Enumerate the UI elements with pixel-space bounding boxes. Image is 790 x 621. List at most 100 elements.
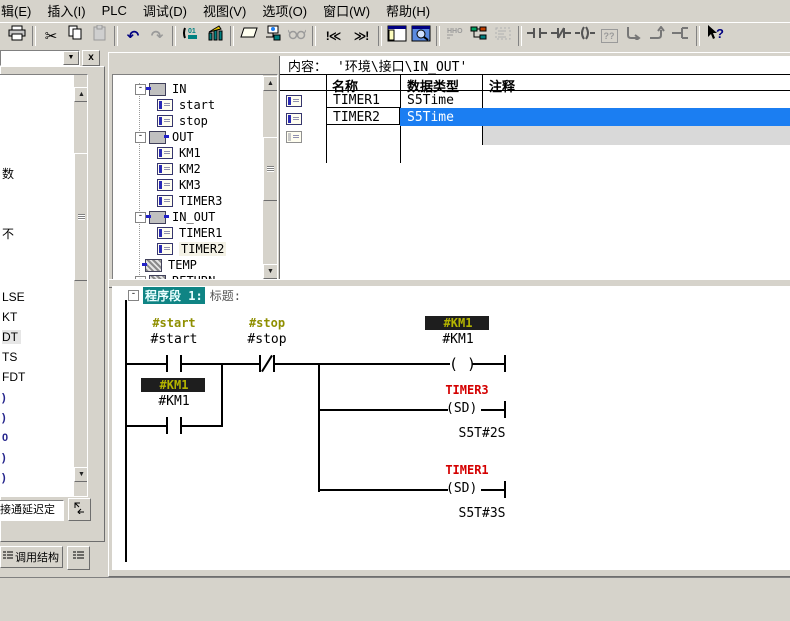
wire	[318, 489, 448, 491]
catalog-list[interactable]: 数 不 LSE KT DT TS FDT ) ) 0 ) ) ▲ ▼	[0, 74, 88, 497]
comment-cell-placeholder[interactable]	[483, 126, 790, 145]
catalog-item-fragment[interactable]: )	[2, 392, 6, 404]
catalog-item-fragment[interactable]: 0	[2, 432, 8, 444]
row-icon	[286, 95, 308, 107]
download-button[interactable]: 01	[179, 25, 203, 47]
next-error-button[interactable]: ≫!	[347, 25, 375, 47]
catalog-item[interactable]: KT	[2, 310, 17, 324]
insert-coil-button[interactable]	[573, 25, 597, 47]
variable-icon	[157, 195, 173, 207]
network-title[interactable]: 标题:	[210, 287, 241, 304]
cut-button[interactable]: ✂	[39, 25, 63, 47]
ladder-network-pane[interactable]: - 程序段 1: 标题: #start #start #stop #stop	[112, 286, 790, 570]
menu-edit[interactable]: 辑(E)	[0, 0, 39, 24]
context-help-button[interactable]: ?	[703, 25, 727, 47]
copy-icon	[67, 25, 83, 46]
catalog-item-selected[interactable]: DT	[2, 330, 21, 344]
call-structure-button[interactable]	[491, 25, 515, 47]
panel-close-button[interactable]: x	[82, 50, 100, 66]
collapse-box-icon[interactable]: -	[135, 84, 146, 95]
print-button[interactable]	[5, 25, 29, 47]
combobox-dropdown-button[interactable]: ▼	[63, 51, 79, 65]
arrow-down-icon: ▼	[78, 471, 85, 478]
open-branch-button[interactable]	[621, 25, 645, 47]
column-header-comment[interactable]: 注释	[489, 76, 515, 95]
tree-section-temp[interactable]: TEMP	[145, 257, 197, 273]
prev-error-button[interactable]: !≪	[319, 25, 347, 47]
menu-insert[interactable]: 插入(I)	[39, 0, 93, 24]
tree-label: TIMER2	[179, 242, 226, 256]
catalog-item[interactable]: LSE	[2, 290, 25, 304]
program-elements-button[interactable]	[467, 25, 491, 47]
menu-view[interactable]: 视图(V)	[195, 0, 254, 24]
menu-options[interactable]: 选项(O)	[254, 0, 315, 24]
tree-item-km1[interactable]: KM1	[157, 145, 201, 161]
collapse-box-icon[interactable]: -	[135, 212, 146, 223]
interface-tree-pane[interactable]: -IN start stop -OUT KM1 KM2 KM3 TIMER3 -…	[112, 74, 278, 281]
cell-name[interactable]: TIMER1	[333, 93, 380, 108]
toggle-detail-view-button[interactable]	[409, 25, 433, 47]
detail-list-button[interactable]	[67, 546, 90, 570]
magnifier-window-icon	[411, 25, 431, 47]
network-collapse-icon[interactable]: -	[128, 290, 139, 301]
catalog-item[interactable]: 数	[2, 165, 14, 182]
toggle-overview-button[interactable]	[385, 25, 409, 47]
network-number[interactable]: 程序段 1:	[143, 287, 205, 304]
catalog-item[interactable]: FDT	[2, 370, 25, 384]
scroll-down-button[interactable]: ▼	[74, 467, 88, 482]
undo-button[interactable]: ↶	[121, 25, 145, 47]
toolbar-separator	[518, 26, 522, 46]
tree-item-km2[interactable]: KM2	[157, 161, 201, 177]
catalog-item-fragment[interactable]: )	[2, 452, 6, 464]
menu-bar: 辑(E) 插入(I) PLC 调试(D) 视图(V) 选项(O) 窗口(W) 帮…	[0, 0, 790, 22]
variable-icon	[157, 99, 173, 111]
catalog-item-fragment[interactable]: )	[2, 412, 6, 424]
connection-button[interactable]	[261, 25, 285, 47]
menu-plc[interactable]: PLC	[94, 0, 135, 22]
menu-help[interactable]: 帮助(H)	[378, 0, 438, 24]
comment-toggle-button[interactable]	[237, 25, 261, 47]
close-branch-button[interactable]	[645, 25, 669, 47]
tree-item-km3[interactable]: KM3	[157, 177, 201, 193]
program-status-button[interactable]	[203, 25, 227, 47]
cell-datatype[interactable]: S5Time	[407, 110, 454, 125]
cell-name[interactable]: TIMER2	[333, 110, 380, 125]
insert-empty-box-button[interactable]: ??	[597, 25, 621, 47]
paste-button[interactable]	[87, 25, 111, 47]
tree-item-start[interactable]: start	[157, 97, 215, 113]
monitor-button[interactable]	[285, 25, 309, 47]
tree-section-in[interactable]: -IN	[135, 81, 186, 97]
wire	[125, 363, 168, 365]
scrollbar-thumb[interactable]	[74, 153, 88, 281]
tree-label: KM1	[179, 146, 201, 160]
tree-section-out[interactable]: -OUT	[135, 129, 194, 145]
tree-item-stop[interactable]: stop	[157, 113, 208, 129]
catalog-scrollbar[interactable]: ▲ ▼	[74, 75, 87, 496]
insert-nc-contact-button[interactable]	[549, 25, 573, 47]
catalog-item-fragment[interactable]: )	[2, 472, 6, 484]
copy-button[interactable]	[63, 25, 87, 47]
wire	[472, 363, 504, 365]
call-structure-tab-label: 调用结构	[15, 549, 59, 565]
scroll-up-button[interactable]: ▲	[74, 87, 88, 102]
catalog-expand-button[interactable]	[68, 498, 91, 521]
call-structure-tab[interactable]: 调用结构	[0, 546, 63, 568]
catalog-item[interactable]: 不	[2, 225, 14, 242]
insert-network-button[interactable]	[669, 25, 693, 47]
tree-item-timer3[interactable]: TIMER3	[157, 193, 222, 209]
tree-item-timer1[interactable]: TIMER1	[157, 225, 222, 241]
tree-scrollbar[interactable]: ▲ ▼	[263, 75, 277, 280]
catalog-item[interactable]: TS	[2, 350, 17, 364]
redo-button[interactable]: ↷	[145, 25, 169, 47]
symbol-info-button[interactable]: HHO	[443, 25, 467, 47]
scroll-down-button[interactable]: ▼	[263, 264, 278, 279]
menu-window[interactable]: 窗口(W)	[315, 0, 378, 24]
scrollbar-thumb[interactable]	[263, 137, 278, 201]
cell-datatype[interactable]: S5Time	[407, 93, 454, 108]
insert-contact-button[interactable]	[525, 25, 549, 47]
collapse-box-icon[interactable]: -	[135, 132, 146, 143]
tree-section-in-out[interactable]: -IN_OUT	[135, 209, 215, 225]
tree-item-timer2[interactable]: TIMER2	[157, 241, 226, 257]
menu-debug[interactable]: 调试(D)	[135, 0, 195, 24]
scroll-up-button[interactable]: ▲	[263, 76, 278, 91]
